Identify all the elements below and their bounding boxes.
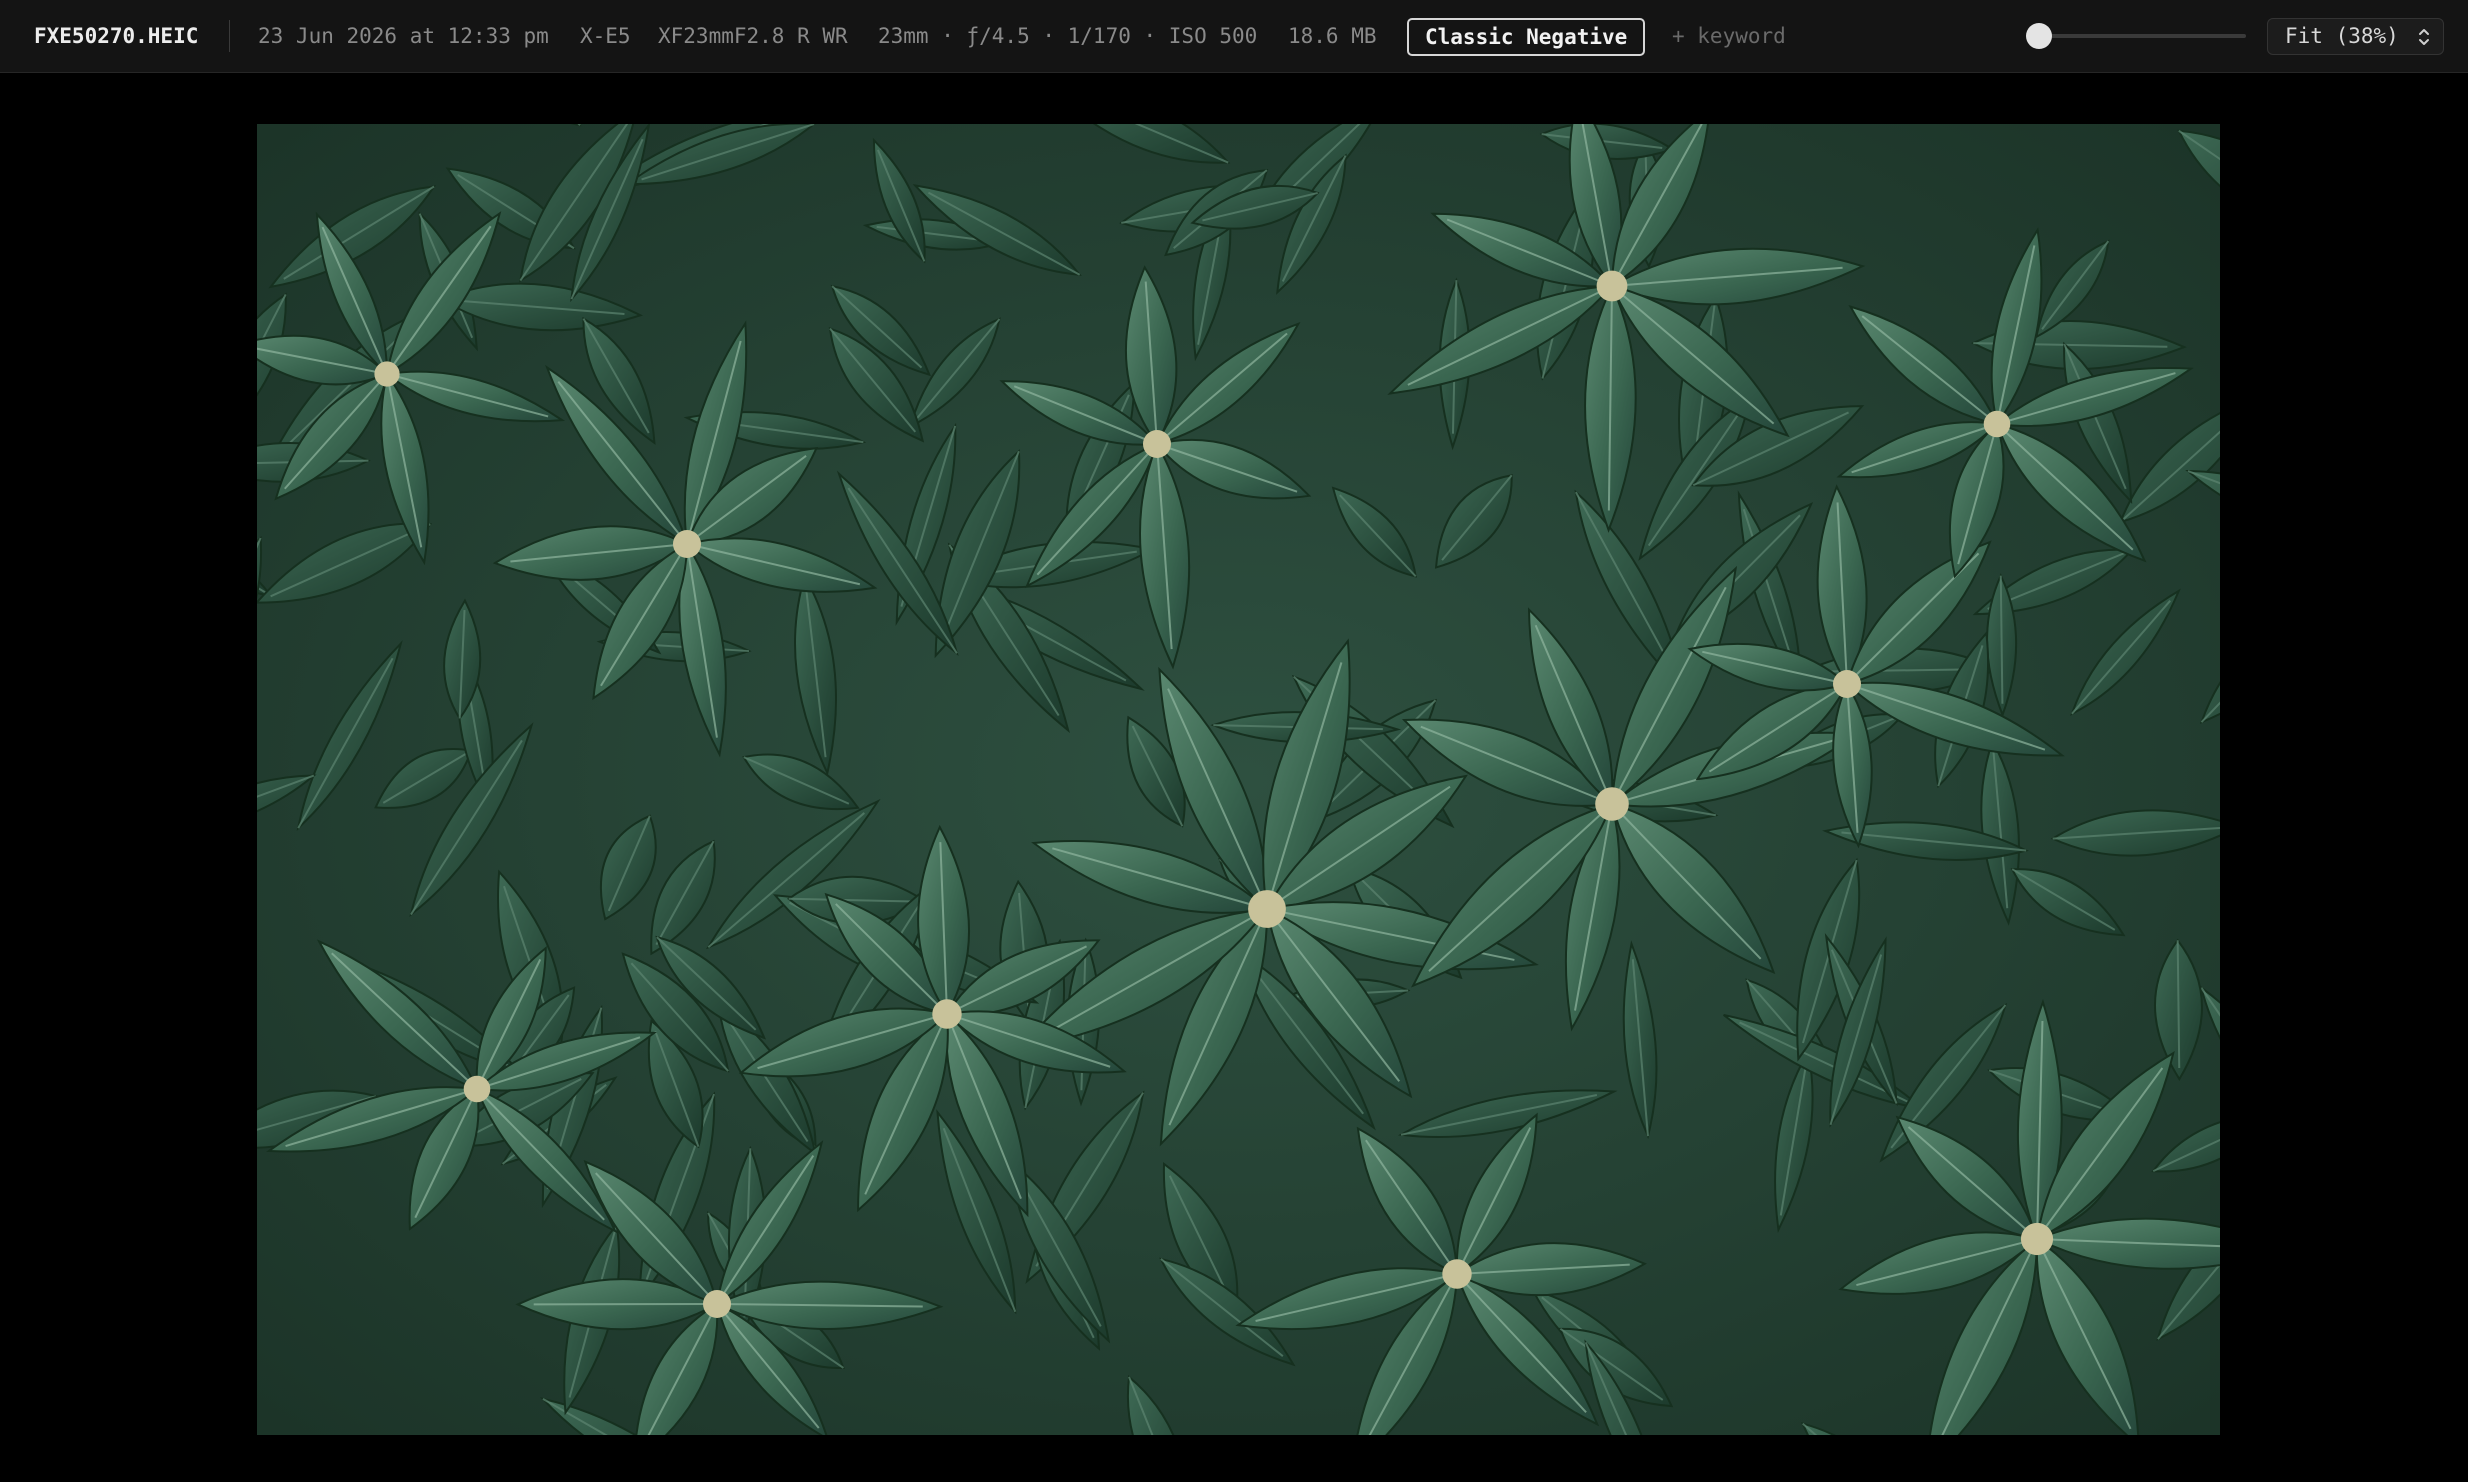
leaf-bud xyxy=(1248,890,1286,928)
leaf-bud xyxy=(374,361,400,387)
lens-model: XF23mmF2.8 R WR xyxy=(658,24,848,48)
zoom-slider-thumb[interactable] xyxy=(2026,23,2052,49)
leaf-bud xyxy=(1442,1259,1472,1289)
add-keyword-button[interactable]: + keyword xyxy=(1672,0,1786,73)
leaf-bud xyxy=(1596,270,1628,302)
photo-canvas[interactable] xyxy=(257,124,2220,1435)
zoom-slider[interactable] xyxy=(2026,20,2246,52)
foliage-photo xyxy=(257,124,2220,1435)
toolbar-divider xyxy=(229,20,230,52)
metadata-toolbar: FXE50270.HEIC 23 Jun 2026 at 12:33 pm X-… xyxy=(0,0,2468,73)
chevron-up-down-icon xyxy=(2419,29,2429,45)
film-simulation-badge[interactable]: Classic Negative xyxy=(1407,18,1646,56)
leaf-bud xyxy=(703,1290,731,1318)
zoom-select[interactable]: Fit (38%) xyxy=(2267,18,2444,55)
leaf-bud xyxy=(2020,1222,2054,1256)
camera-model: X-E5 xyxy=(580,24,631,48)
image-viewer xyxy=(0,73,2468,1482)
leaf-bud xyxy=(1983,410,2011,438)
leaf-bud xyxy=(673,530,701,558)
leaf-bud xyxy=(932,999,962,1029)
leaf-bud xyxy=(1833,670,1861,698)
filename: FXE50270.HEIC xyxy=(34,24,199,48)
zoom-slider-track[interactable] xyxy=(2036,34,2246,38)
photo-viewer-app: FXE50270.HEIC 23 Jun 2026 at 12:33 pm X-… xyxy=(0,0,2468,1482)
file-size: 18.6 MB xyxy=(1288,24,1377,48)
leaf-bud xyxy=(463,1075,491,1103)
leaf-bud xyxy=(1143,430,1171,458)
leaf-bud xyxy=(1595,787,1629,821)
zoom-level-label: Fit (38%) xyxy=(2285,24,2399,48)
capture-date: 23 Jun 2026 at 12:33 pm xyxy=(258,24,549,48)
exposure-settings: 23mm · ƒ/4.5 · 1/170 · ISO 500 xyxy=(878,24,1258,48)
